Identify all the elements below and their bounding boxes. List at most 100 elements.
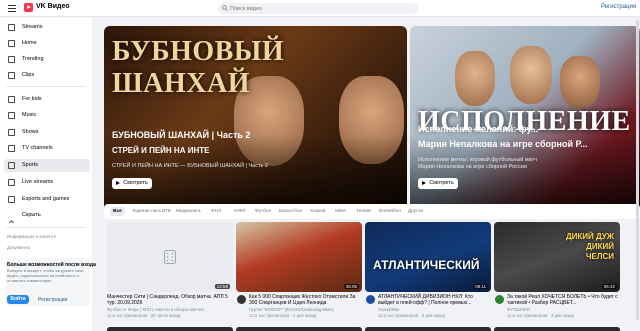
sidebar-item-label: Скрыть: [22, 212, 41, 218]
search-bar[interactable]: [218, 3, 418, 14]
next-row-thumbnail[interactable]: [494, 327, 620, 331]
watch-button[interactable]: Смотреть: [112, 178, 152, 189]
video-thumbnail[interactable]: 13:59: [107, 222, 233, 292]
hero-subtitle: СТРЕЙ И ПЕЙН НА ИНТЕ — БУБНОВЫЙ ШАНХАЙ |…: [112, 163, 268, 169]
sidebar-item-home[interactable]: Home: [4, 37, 90, 50]
sidebar-item-sports[interactable]: Sports: [4, 159, 90, 172]
tab-hockey[interactable]: Хоккей: [307, 207, 328, 216]
music-icon: [8, 112, 15, 119]
vk-video-logo[interactable]: [24, 3, 33, 12]
video-thumbnail[interactable]: 45:06: [236, 222, 362, 292]
video-thumbnail[interactable]: АТЛАНТИЧЕСКИЙ 08:11: [365, 222, 491, 292]
sidebar-item-label: Home: [22, 40, 37, 46]
thumbnail-text: ДИКИЙ ДУЖ ДИКИЙ ЧЕЛСИ: [565, 232, 614, 261]
hero-banner-2[interactable]: ИСПОЛНЕНИЕ Исполнение желаний: фу... Мар…: [410, 26, 640, 215]
video-meta: 11,5 тыс просмотров · 3 дня назад: [378, 313, 445, 318]
sidebar-divider: [6, 86, 86, 87]
tab-tennis[interactable]: Теннис: [353, 207, 375, 216]
tab-fnl[interactable]: ФНЛ: [208, 207, 224, 216]
info-link[interactable]: Информация о клиенте: [7, 234, 56, 239]
hero-subtitle: Исполнение мечты: игровой футбольный мат…: [418, 157, 537, 170]
sidebar-item-label: Music: [22, 112, 37, 118]
hero-title[interactable]: БУБНОВЫЙ ШАНХАЙ | Часть 2: [112, 130, 250, 140]
video-title[interactable]: Манчестер Сити | Сандерленд. Обзор матча…: [107, 294, 233, 306]
play-icon: [116, 180, 121, 185]
hero-person-image: [560, 56, 600, 108]
tab-vtb-league[interactable]: Единая лига ВТБ: [130, 207, 174, 216]
sidebar-item-tv-channels[interactable]: TV channels: [4, 142, 90, 155]
hero-person-image: [510, 46, 552, 104]
video-meta: 12,9 тыс просмотров · 2 дня назад: [249, 313, 317, 318]
sidebar-item-label: Streams: [22, 24, 43, 30]
video-title[interactable]: Как 5 000 Спартанцев Жестоко Отомстили З…: [249, 294, 362, 306]
video-duration: 45:06: [343, 284, 359, 289]
clips-icon: [8, 72, 15, 79]
hero-person-image: [455, 51, 495, 106]
sidebar-item-label: Clips: [22, 72, 35, 78]
watch-button[interactable]: Смотреть: [418, 178, 458, 189]
sports-icon: [8, 162, 15, 169]
video-meta: 11,6 тыс просмотров · 3 дня назад: [507, 313, 574, 318]
next-row-thumbnail[interactable]: [236, 327, 362, 331]
top-bar: VK Видео Регистрация: [0, 0, 640, 17]
scrollbar[interactable]: [636, 20, 639, 320]
trending-icon: [8, 56, 15, 63]
next-row-thumbnail[interactable]: [107, 327, 233, 331]
sidebar-item-shows[interactable]: Shows: [4, 126, 90, 139]
tv-icon: [8, 145, 15, 152]
sidebar-item-streams[interactable]: Streams: [4, 21, 90, 34]
sidebar-item-esports[interactable]: Esports and games: [4, 193, 90, 206]
sidebar-item-hide[interactable]: Скрыть: [4, 209, 90, 224]
video-title[interactable]: За такой Реал ХОЧЕТСЯ БОЛЕТЬ • Что будет…: [507, 294, 620, 306]
channel-avatar[interactable]: [495, 295, 504, 304]
register-button[interactable]: Регистрация: [38, 297, 67, 303]
kids-icon: [8, 96, 15, 103]
tab-basketball[interactable]: Баскетбол: [276, 207, 305, 216]
sidebar-item-live-streams[interactable]: Live streams: [4, 176, 90, 189]
search-icon: [222, 5, 228, 11]
sidebar-item-clips[interactable]: Clips: [4, 69, 90, 82]
sidebar-item-label: For kids: [22, 96, 42, 102]
watch-button-label: Смотреть: [123, 180, 148, 186]
next-row-thumbnail[interactable]: [365, 327, 491, 331]
play-icon: [422, 180, 427, 185]
live-icon: [8, 179, 15, 186]
tab-football[interactable]: Футбол: [252, 207, 274, 216]
sidebar-item-music[interactable]: Music: [4, 109, 90, 122]
watch-button-label: Смотреть: [429, 180, 454, 186]
video-channel[interactable]: ФУТБОЛИЯ: [507, 307, 620, 312]
sidebar-divider: [6, 227, 86, 228]
sidebar-item-label: TV channels: [22, 145, 53, 151]
tab-yufl[interactable]: ЮФЛ: [231, 207, 248, 216]
video-duration: 08:11: [473, 284, 488, 289]
video-thumbnail[interactable]: ДИКИЙ ДУЖ ДИКИЙ ЧЕЛСИ 06:42: [494, 222, 620, 292]
tab-medialeague[interactable]: Медиалига: [173, 207, 204, 216]
search-input[interactable]: [230, 3, 410, 14]
thumbnail-text: АТЛАНТИЧЕСКИЙ: [373, 258, 480, 272]
sidebar-item-kids[interactable]: For kids: [4, 93, 90, 106]
video-meta: 11,5 тыс просмотров · 20 часов назад: [107, 313, 181, 318]
sidebar-item-label: Live streams: [22, 179, 54, 185]
video-duration: 06:42: [601, 284, 617, 289]
docs-link[interactable]: Документы: [7, 245, 30, 250]
video-channel[interactable]: Футбол от Жоры | КПЛ | новости и обзоры …: [107, 307, 233, 312]
tab-mma[interactable]: ММА: [332, 207, 349, 216]
hero-title[interactable]: Исполнение желаний: фу...: [418, 124, 538, 134]
channel-avatar[interactable]: [237, 295, 246, 304]
register-link[interactable]: Регистрация: [601, 4, 636, 10]
menu-icon[interactable]: [8, 5, 16, 12]
hero-banner-1[interactable]: БУБНОВЫЙ ШАНХАЙ БУБНОВЫЙ ШАНХАЙ | Часть …: [104, 26, 407, 215]
channel-avatar[interactable]: [366, 295, 375, 304]
hero-artwork-text: БУБНОВЫЙ ШАНХАЙ: [112, 36, 285, 99]
video-channel[interactable]: Группа "БОКСЕР" (BOXINGboxboxing.MMA): [249, 307, 362, 312]
video-title[interactable]: АТЛАНТИЧЕСКИЙ ДИВИЗИОН НХЛ: Кто выйдет в…: [378, 294, 491, 306]
brand-name[interactable]: VK Видео: [36, 3, 70, 10]
chevron-up-icon: [8, 212, 15, 224]
tab-volleyball[interactable]: Волейбол: [376, 207, 404, 216]
tab-all[interactable]: Все: [110, 207, 125, 216]
video-channel[interactable]: ХоккейФан: [378, 307, 491, 312]
login-button[interactable]: Войти: [7, 295, 29, 304]
home-icon: [8, 40, 15, 47]
sidebar-item-trending[interactable]: Trending: [4, 53, 90, 66]
tab-other[interactable]: Другое: [405, 207, 426, 216]
